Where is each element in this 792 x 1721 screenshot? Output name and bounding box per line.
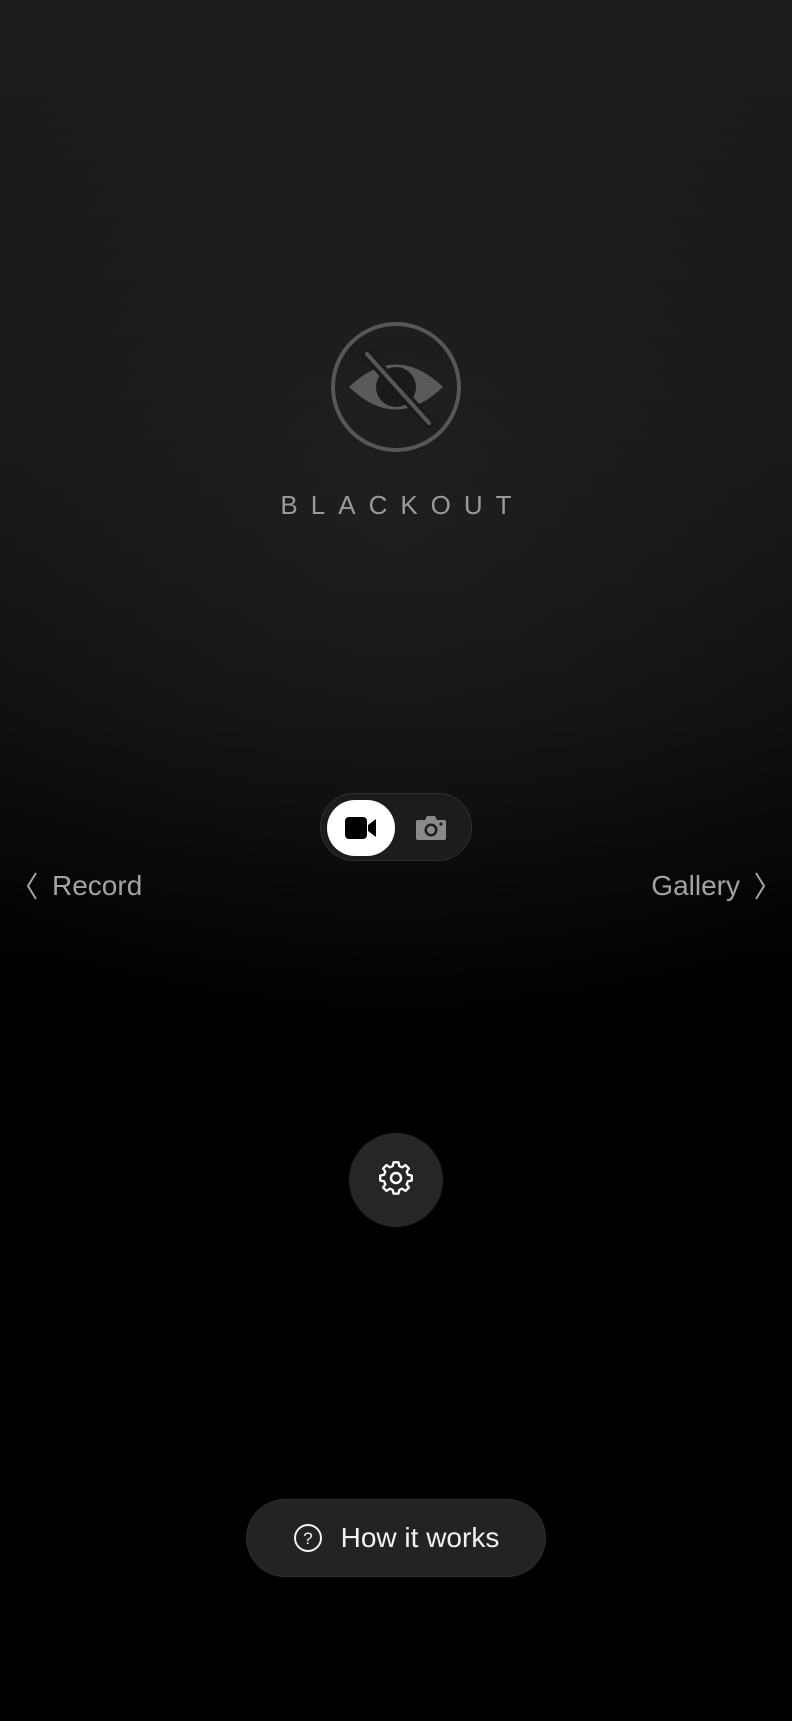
brand-name: BLACKOUT bbox=[280, 490, 525, 520]
svg-text:?: ? bbox=[303, 1529, 312, 1548]
chevron-left-icon bbox=[26, 871, 52, 901]
video-mode-button[interactable] bbox=[327, 800, 395, 856]
chevron-right-icon bbox=[740, 871, 766, 901]
question-circle-icon: ? bbox=[293, 1523, 341, 1553]
app-screen: BLACKOUT Record Gallery ? How it works bbox=[0, 0, 792, 1721]
video-camera-icon bbox=[345, 817, 377, 839]
photo-camera-icon bbox=[415, 815, 447, 841]
gallery-nav-label: Gallery bbox=[651, 870, 740, 901]
how-it-works-button[interactable]: ? How it works bbox=[246, 1499, 546, 1577]
photo-mode-button[interactable] bbox=[397, 800, 465, 856]
record-nav-label: Record bbox=[52, 870, 143, 901]
how-it-works-label: How it works bbox=[340, 1522, 500, 1553]
settings-button[interactable] bbox=[349, 1133, 443, 1227]
record-nav-link[interactable]: Record bbox=[26, 866, 142, 906]
capture-mode-toggle bbox=[320, 793, 472, 861]
gallery-nav-link[interactable]: Gallery bbox=[651, 866, 766, 906]
gear-icon bbox=[378, 1160, 414, 1201]
eye-slash-icon bbox=[329, 320, 463, 454]
